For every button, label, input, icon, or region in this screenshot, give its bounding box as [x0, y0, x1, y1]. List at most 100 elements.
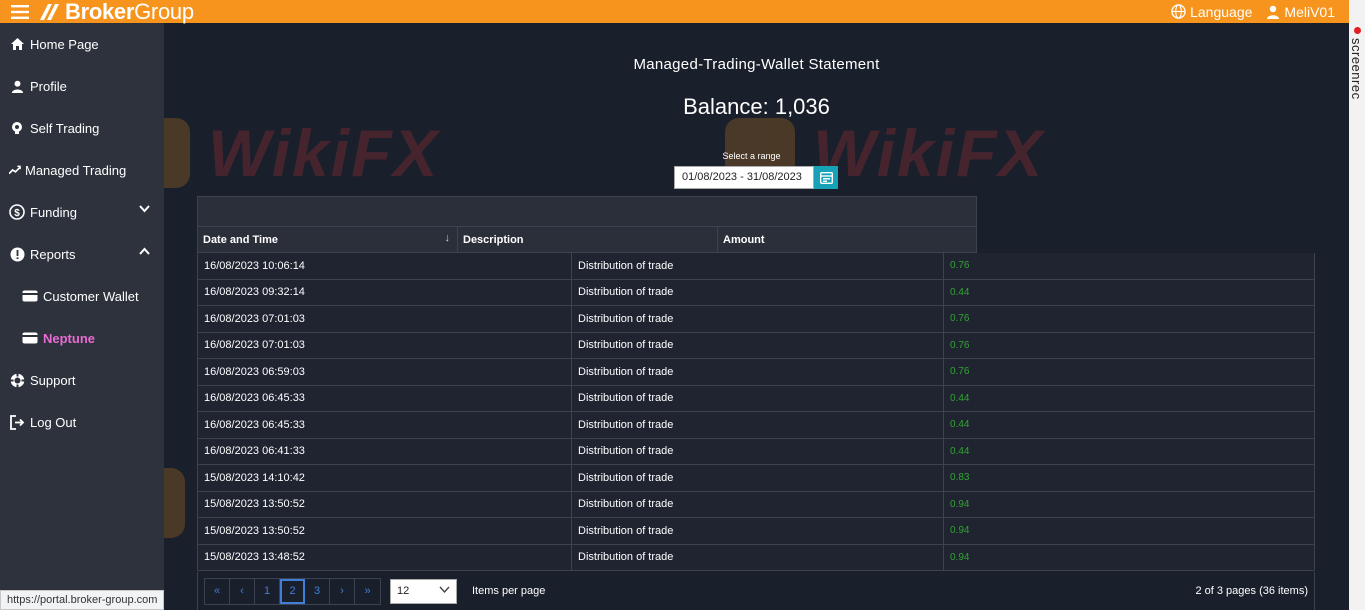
table-body: 16/08/2023 10:06:14 Distribution of trade… [197, 253, 1315, 571]
items-per-page-select[interactable]: 12 [390, 578, 457, 604]
table-row[interactable]: 15/08/2023 13:48:52 Distribution of trade… [198, 544, 1314, 571]
cell-amount: 0.83 [950, 472, 970, 484]
trend-icon [9, 162, 21, 178]
cell-description: Distribution of trade [572, 438, 944, 464]
cell-amount: 0.94 [950, 498, 970, 510]
sidebar-item-label: Support [30, 372, 76, 388]
cell-description: Distribution of trade [572, 412, 944, 438]
table-row[interactable]: 15/08/2023 13:50:52 Distribution of trade… [198, 518, 1314, 545]
table-row[interactable]: 16/08/2023 07:01:03 Distribution of trade… [198, 306, 1314, 333]
cell-description: Distribution of trade [572, 332, 944, 358]
user-menu[interactable]: MeliV01 [1266, 4, 1335, 20]
first-page-button[interactable]: « [205, 578, 230, 604]
cell-amount: 0.76 [950, 260, 970, 272]
items-per-page-value: 12 [397, 585, 410, 597]
sort-down-icon[interactable]: ↓ [445, 232, 451, 244]
sidebar: Home Page Profile Self Trading Managed T… [0, 23, 164, 610]
sidebar-item-neptune[interactable]: Neptune [0, 317, 164, 359]
column-header-description[interactable]: Description [458, 227, 718, 253]
table-row[interactable]: 16/08/2023 06:45:33 Distribution of trade… [198, 385, 1314, 412]
sidebar-item-self-trading[interactable]: Self Trading [0, 107, 164, 149]
user-name: MeliV01 [1284, 3, 1335, 20]
wallet-icon [22, 330, 38, 346]
hamburger-menu-button[interactable] [6, 0, 34, 23]
table-row[interactable]: 16/08/2023 06:41:33 Distribution of trade… [198, 438, 1314, 465]
prev-page-button[interactable]: ‹ [230, 578, 255, 604]
globe-icon [1171, 4, 1186, 19]
cell-description: Distribution of trade [572, 465, 944, 491]
cell-date: 16/08/2023 06:45:33 [198, 412, 572, 438]
cell-amount: 0.44 [950, 392, 970, 404]
cell-amount: 0.44 [950, 419, 970, 431]
screenrec-label: screenrec [1349, 38, 1364, 100]
cell-date: 16/08/2023 06:45:33 [198, 385, 572, 411]
sidebar-item-label: Self Trading [30, 120, 100, 136]
cell-date: 15/08/2023 13:48:52 [198, 544, 572, 570]
page-button-2[interactable]: 2 [280, 578, 305, 604]
balance-value: Balance: 1,036 [683, 94, 830, 119]
cell-date: 16/08/2023 09:32:14 [198, 279, 572, 305]
alert-icon [9, 246, 25, 262]
column-header-amount[interactable]: Amount [718, 227, 976, 253]
sidebar-item-label: Neptune [43, 330, 95, 346]
wallet-icon [22, 288, 38, 304]
language-selector[interactable]: Language [1171, 4, 1252, 20]
sidebar-item-funding[interactable]: $ Funding [0, 191, 164, 233]
items-per-page-label: Items per page [472, 585, 546, 597]
cell-date: 15/08/2023 13:50:52 [198, 491, 572, 517]
svg-text:$: $ [14, 208, 20, 219]
sidebar-item-home[interactable]: Home Page [0, 23, 164, 65]
sidebar-item-support[interactable]: Support [0, 359, 164, 401]
brand-logo[interactable]: BrokerGroup [38, 0, 194, 23]
last-page-button[interactable]: » [355, 579, 380, 604]
cell-description: Distribution of trade [572, 306, 944, 332]
table-row[interactable]: 16/08/2023 09:32:14 Distribution of trade… [198, 279, 1314, 306]
main-content: Managed-Trading-Wallet Statement Balance… [164, 23, 1349, 610]
table-row[interactable]: 16/08/2023 06:45:33 Distribution of trade… [198, 412, 1314, 439]
cell-date: 16/08/2023 07:01:03 [198, 332, 572, 358]
cell-description: Distribution of trade [572, 518, 944, 544]
page-button-3[interactable]: 3 [305, 578, 330, 604]
table-row[interactable]: 16/08/2023 10:06:14 Distribution of trade… [198, 253, 1314, 280]
cell-amount: 0.94 [950, 551, 970, 563]
table-row[interactable]: 16/08/2023 07:01:03 Distribution of trade… [198, 332, 1314, 359]
date-range-picker-button[interactable] [814, 166, 838, 189]
cell-amount: 0.76 [950, 339, 970, 351]
status-bar-url: https://portal.broker-group.com [0, 590, 165, 610]
sidebar-item-customer-wallet[interactable]: Customer Wallet [0, 275, 164, 317]
page-button-1[interactable]: 1 [255, 578, 280, 604]
table-header: Date and Time ↓ Description Amount [197, 196, 977, 253]
pagination-bar: « ‹ 1 2 3 › » 12 Items per page 2 of 3 p… [197, 572, 1315, 610]
brand-name: BrokerGroup [65, 0, 194, 24]
language-label: Language [1190, 3, 1253, 20]
calendar-icon [819, 171, 833, 184]
sidebar-item-label: Managed Trading [25, 162, 127, 178]
table-row[interactable]: 16/08/2023 06:59:03 Distribution of trade… [198, 359, 1314, 386]
cell-date: 16/08/2023 10:06:14 [198, 253, 572, 279]
cell-date: 16/08/2023 06:41:33 [198, 438, 572, 464]
sidebar-item-label: Customer Wallet [43, 288, 139, 304]
table-row[interactable]: 15/08/2023 13:50:52 Distribution of trade… [198, 491, 1314, 518]
record-dot-icon [1354, 27, 1361, 34]
table-row[interactable]: 15/08/2023 14:10:42 Distribution of trade… [198, 465, 1314, 492]
sidebar-item-reports[interactable]: Reports [0, 233, 164, 275]
top-bar: BrokerGroup Language MeliV01 [0, 0, 1349, 23]
screenrec-overlay[interactable]: screenrec [1349, 0, 1365, 610]
funding-icon: $ [9, 204, 25, 220]
next-page-button[interactable]: › [330, 578, 355, 604]
cell-description: Distribution of trade [572, 253, 944, 279]
chevron-up-icon[interactable] [139, 247, 150, 255]
sidebar-item-label: Reports [30, 246, 76, 262]
brand-mark-icon [40, 3, 59, 20]
cell-amount: 0.44 [950, 445, 970, 457]
cell-description: Distribution of trade [572, 279, 944, 305]
sidebar-item-label: Home Page [30, 36, 99, 52]
cell-description: Distribution of trade [572, 544, 944, 570]
chevron-down-icon[interactable] [139, 205, 150, 213]
column-header-date[interactable]: Date and Time ↓ [198, 227, 458, 253]
date-range-input[interactable]: 01/08/2023 - 31/08/2023 [674, 166, 814, 189]
sidebar-item-managed-trading[interactable]: Managed Trading [0, 149, 164, 191]
table-toolbar [198, 197, 976, 227]
sidebar-item-profile[interactable]: Profile [0, 65, 164, 107]
sidebar-item-logout[interactable]: Log Out [0, 401, 164, 443]
